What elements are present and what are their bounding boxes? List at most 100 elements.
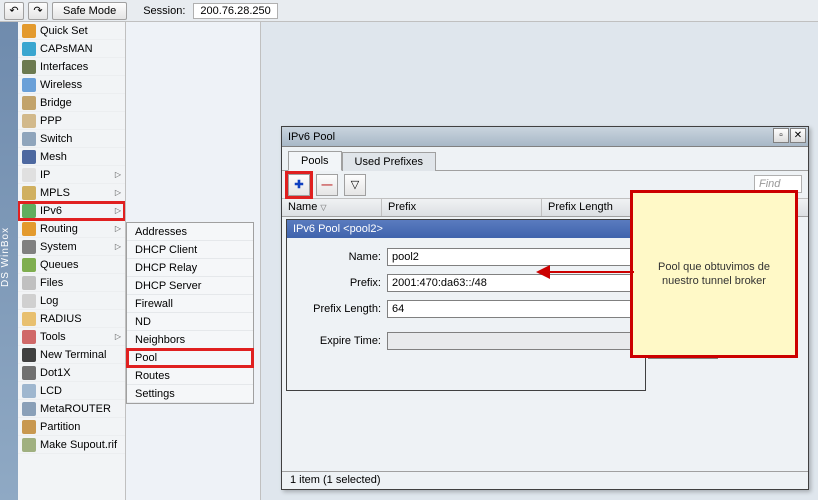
sidebar-item-icon (22, 384, 36, 398)
dialog-body: Name: Prefix: Prefix Length: Expire Time… (287, 238, 645, 368)
sidebar-item-icon (22, 312, 36, 326)
sidebar-item-icon (22, 186, 36, 200)
sidebar-item-label: Partition (40, 421, 80, 433)
sidebar-item-label: RADIUS (40, 313, 82, 325)
session-label: Session: (143, 5, 185, 17)
sidebar-item-label: LCD (40, 385, 62, 397)
sidebar-item-icon (22, 96, 36, 110)
sidebar-item-icon (22, 420, 36, 434)
sidebar-item-icon (22, 276, 36, 290)
sidebar-item-icon (22, 60, 36, 74)
prefix-length-field[interactable] (387, 300, 635, 318)
sidebar-item-label: New Terminal (40, 349, 106, 361)
submenu-item-addresses[interactable]: Addresses (127, 223, 253, 241)
window-close-button[interactable]: ✕ (790, 128, 806, 143)
sidebar-item-files[interactable]: Files (18, 274, 125, 292)
safe-mode-button[interactable]: Safe Mode (52, 2, 127, 20)
sidebar-item-lcd[interactable]: LCD (18, 382, 125, 400)
status-bar: 1 item (1 selected) (282, 471, 808, 489)
sidebar-item-make-supout.rif[interactable]: Make Supout.rif (18, 436, 125, 454)
name-field-label: Name: (297, 251, 387, 263)
prefix-field-label: Prefix: (297, 277, 387, 289)
chevron-right-icon: ▷ (115, 188, 121, 197)
sidebar-item-log[interactable]: Log (18, 292, 125, 310)
sidebar-item-system[interactable]: System▷ (18, 238, 125, 256)
submenu-item-nd[interactable]: ND (127, 313, 253, 331)
column-name[interactable]: Name ▽ (282, 199, 382, 216)
sidebar-item-icon (22, 258, 36, 272)
prefix-length-field-label: Prefix Length: (297, 303, 387, 315)
sidebar-item-icon (22, 222, 36, 236)
window-title-text: IPv6 Pool (288, 131, 335, 143)
sidebar-item-partition[interactable]: Partition (18, 418, 125, 436)
dialog-titlebar[interactable]: IPv6 Pool <pool2> (287, 220, 645, 238)
sidebar-item-label: Files (40, 277, 63, 289)
sidebar-item-icon (22, 348, 36, 362)
window-minimize-button[interactable]: ▫ (773, 128, 789, 143)
funnel-icon: ▽ (351, 178, 359, 191)
submenu-item-firewall[interactable]: Firewall (127, 295, 253, 313)
sidebar-item-dot1x[interactable]: Dot1X (18, 364, 125, 382)
submenu-item-dhcp-relay[interactable]: DHCP Relay (127, 259, 253, 277)
sidebar-item-capsman[interactable]: CAPsMAN (18, 40, 125, 58)
column-prefix-length[interactable]: Prefix Length (542, 199, 632, 216)
sidebar-item-queues[interactable]: Queues (18, 256, 125, 274)
redo-button[interactable]: ↷ (28, 2, 48, 20)
sidebar-item-icon (22, 438, 36, 452)
sidebar-item-label: PPP (40, 115, 62, 127)
sidebar-item-bridge[interactable]: Bridge (18, 94, 125, 112)
chevron-right-icon: ▷ (115, 224, 121, 233)
submenu-item-settings[interactable]: Settings (127, 385, 253, 403)
sidebar-item-label: MetaROUTER (40, 403, 111, 415)
sidebar-item-label: CAPsMAN (40, 43, 93, 55)
tab-used-prefixes[interactable]: Used Prefixes (342, 152, 436, 171)
session-value: 200.76.28.250 (193, 3, 277, 19)
sidebar-item-icon (22, 150, 36, 164)
window-titlebar[interactable]: IPv6 Pool ▫ ✕ (282, 127, 808, 147)
sidebar-item-interfaces[interactable]: Interfaces (18, 58, 125, 76)
sidebar-item-label: Log (40, 295, 58, 307)
sidebar-item-label: Switch (40, 133, 72, 145)
chevron-right-icon: ▷ (115, 206, 121, 215)
submenu-item-label: DHCP Client (135, 244, 197, 256)
filter-button[interactable]: ▽ (344, 174, 366, 196)
sidebar-item-label: Make Supout.rif (40, 439, 117, 451)
sidebar-item-mpls[interactable]: MPLS▷ (18, 184, 125, 202)
sidebar-item-mesh[interactable]: Mesh (18, 148, 125, 166)
sidebar-item-routing[interactable]: Routing▷ (18, 220, 125, 238)
sidebar-item-wireless[interactable]: Wireless (18, 76, 125, 94)
sidebar-item-icon (22, 24, 36, 38)
sidebar-item-tools[interactable]: Tools▷ (18, 328, 125, 346)
submenu-item-neighbors[interactable]: Neighbors (127, 331, 253, 349)
sidebar-item-label: System (40, 241, 77, 253)
sidebar-item-label: Interfaces (40, 61, 88, 73)
name-field[interactable] (387, 248, 635, 266)
submenu-item-dhcp-server[interactable]: DHCP Server (127, 277, 253, 295)
top-toolbar: ↶ ↷ Safe Mode Session: 200.76.28.250 (0, 0, 818, 22)
sidebar-item-switch[interactable]: Switch (18, 130, 125, 148)
undo-button[interactable]: ↶ (4, 2, 24, 20)
submenu-item-label: Settings (135, 388, 175, 400)
minus-icon: — (322, 179, 333, 191)
submenu-item-dhcp-client[interactable]: DHCP Client (127, 241, 253, 259)
sort-icon: ▽ (320, 203, 326, 212)
undo-icon: ↶ (9, 4, 18, 17)
sidebar-item-ppp[interactable]: PPP (18, 112, 125, 130)
column-prefix[interactable]: Prefix (382, 199, 542, 216)
sidebar-item-radius[interactable]: RADIUS (18, 310, 125, 328)
tab-pools[interactable]: Pools (288, 151, 342, 171)
remove-button[interactable]: — (316, 174, 338, 196)
submenu-item-label: Firewall (135, 298, 173, 310)
sidebar-item-new-terminal[interactable]: New Terminal (18, 346, 125, 364)
submenu-item-label: Routes (135, 370, 170, 382)
submenu-item-routes[interactable]: Routes (127, 367, 253, 385)
sidebar-item-ipv6[interactable]: IPv6▷ (18, 202, 125, 220)
sidebar-item-metarouter[interactable]: MetaROUTER (18, 400, 125, 418)
sidebar-item-ip[interactable]: IP▷ (18, 166, 125, 184)
sidebar-item-quick-set[interactable]: Quick Set (18, 22, 125, 40)
sidebar-item-icon (22, 366, 36, 380)
add-button[interactable]: ✚ (288, 174, 310, 196)
submenu-item-pool[interactable]: Pool (127, 349, 253, 367)
expire-time-field (387, 332, 635, 350)
submenu-item-label: DHCP Relay (135, 262, 197, 274)
